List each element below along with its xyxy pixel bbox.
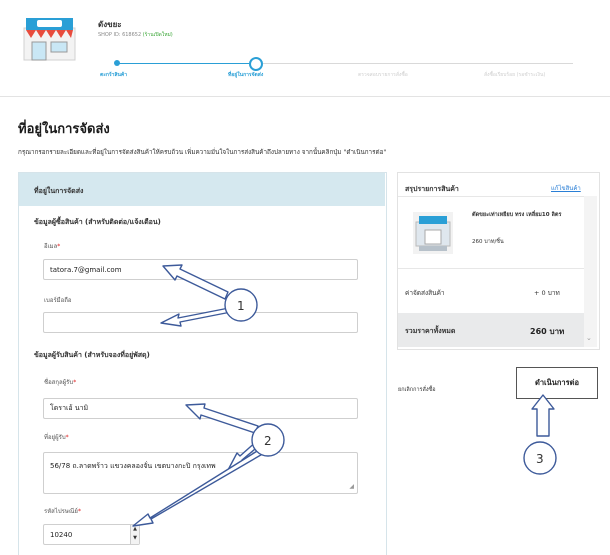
step-remaining-line — [263, 63, 573, 64]
step-dot-cart — [114, 60, 120, 66]
buyer-section-title: ข้อมูลผู้ซื้อสินค้า (สำหรับติดต่อ/แจ้งเต… — [34, 218, 161, 226]
email-label: อีเมล* — [44, 241, 60, 251]
page-title: ที่อยู่ในการจัดส่ง — [18, 122, 110, 137]
summary-divider — [398, 268, 584, 269]
shop-id-text: SHOP ID: 618652 — [98, 32, 142, 38]
step-review: ตรวจสอบรายการสั่งซื้อ — [358, 72, 408, 78]
new-shop-badge: (ร้านเปิดใหม่) — [142, 32, 173, 38]
header-divider — [0, 96, 610, 97]
total-value: 260 บาท — [530, 327, 565, 336]
step-address: ที่อยู่ในการจัดส่ง — [228, 72, 264, 78]
receiver-address-label: ที่อยู่ผู้รับ* — [44, 432, 69, 442]
product-name: ตัดขยะเท่าเหยียบ ทรง เหลี่ยม10 ลิตร — [472, 212, 562, 218]
zip-label: รหัสไปรษณีย์* — [44, 506, 81, 516]
receiver-name-label: ชื่อสกุลผู้รับ* — [44, 377, 76, 387]
required-mark: * — [57, 243, 61, 250]
step-cart[interactable]: ตะกร้าสินค้า — [100, 71, 127, 79]
step-progress-line — [118, 63, 249, 64]
step-complete: สั่งซื้อเรียบร้อย (รอชำระเงิน) — [484, 72, 546, 78]
zip-value: 10240 — [50, 530, 73, 539]
required-mark: * — [65, 434, 69, 441]
receiver-name-label-text: ชื่อสกุลผู้รับ — [44, 379, 74, 386]
step-dot-address — [249, 57, 263, 71]
order-summary-title: สรุปรายการสินค้า — [405, 185, 459, 193]
shop-id: SHOP ID: 618652 (ร้านเปิดใหม่) — [98, 31, 173, 39]
shop-name: ดังขยะ — [98, 20, 122, 29]
total-label: รวมราคาทั้งหมด — [405, 327, 456, 335]
receiver-section-title: ข้อมูลผู้รับสินค้า (สำหรับจองที่อยู่พัสด… — [34, 351, 150, 359]
receiver-name-value: โดราเอ้ นามิ — [50, 404, 89, 412]
resize-handle-icon[interactable]: ◢ — [349, 483, 354, 490]
proceed-button[interactable]: ดำเนินการต่อ — [516, 367, 598, 399]
shipping-value: + 0 บาท — [534, 289, 560, 297]
scroll-down-icon[interactable]: ⌄ — [586, 334, 592, 342]
email-field[interactable]: tatora.7@gmail.com — [43, 259, 358, 280]
page-description: กรุณากรอกรายละเอียดและที่อยู่ในการจัดส่ง… — [18, 149, 387, 156]
email-value: tatora.7@gmail.com — [50, 265, 122, 274]
zip-label-text: รหัสไปรษณีย์ — [44, 508, 78, 515]
address-form-title: ที่อยู่ในการจัดส่ง — [34, 187, 84, 195]
dropdown-arrow-icon[interactable]: ▲ ▼ — [130, 525, 139, 544]
phone-field[interactable] — [43, 312, 358, 333]
edit-products-link[interactable]: แก้ไขสินค้า — [551, 183, 581, 193]
annotation-circle — [523, 441, 557, 475]
summary-scrollbar[interactable] — [584, 196, 597, 347]
required-mark: * — [73, 379, 77, 386]
required-mark: * — [77, 508, 81, 515]
receiver-address-value: 56/78 ถ.ลาดพร้าว แขวงคลองจั่น เขตบางกะปิ… — [50, 462, 216, 470]
phone-label: เบอร์มือถือ — [44, 297, 72, 304]
cancel-order-link[interactable]: ยกเลิกการสั่งซื้อ — [398, 386, 436, 394]
email-label-text: อีเมล — [44, 243, 58, 250]
shipping-label: ค่าจัดส่งสินค้า — [405, 289, 445, 297]
zip-field[interactable]: 10240 ▲ ▼ — [43, 524, 140, 545]
shop-logo-icon — [23, 18, 76, 61]
product-thumbnail-icon — [413, 212, 453, 254]
summary-divider — [398, 196, 584, 197]
receiver-address-field[interactable]: 56/78 ถ.ลาดพร้าว แขวงคลองจั่น เขตบางกะปิ… — [43, 452, 358, 494]
annotation-arrow — [531, 394, 555, 437]
receiver-name-field[interactable]: โดราเอ้ นามิ — [43, 398, 358, 419]
annotation-number-3: 3 — [536, 452, 544, 466]
address-form-panel — [18, 172, 387, 555]
receiver-address-label-text: ที่อยู่ผู้รับ — [44, 434, 66, 441]
product-price: 260 บาท/ชิ้น — [472, 239, 504, 245]
